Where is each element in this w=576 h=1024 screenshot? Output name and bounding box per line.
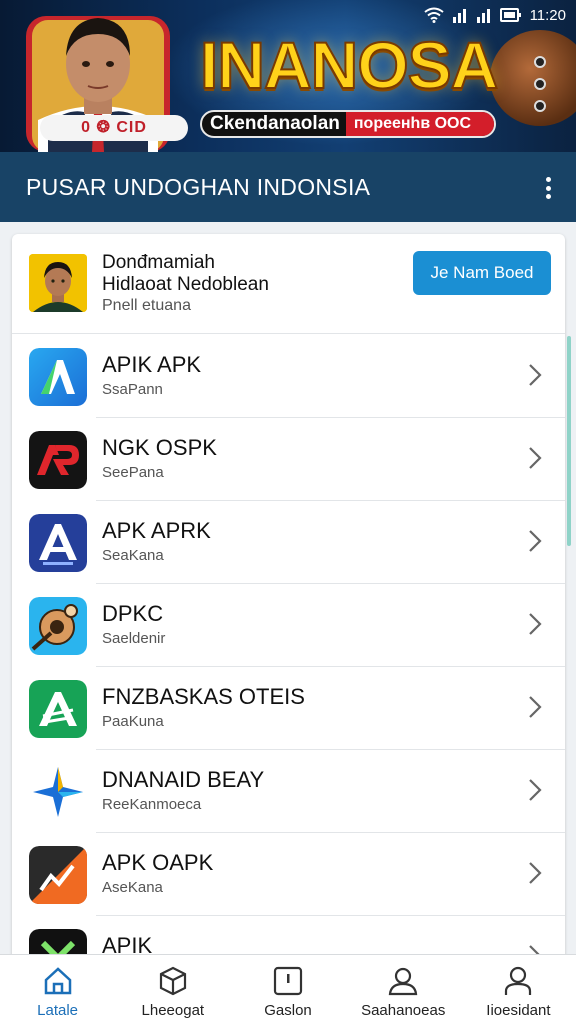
featured-title-line2: Hidlaoat Nedoblean [102,274,269,295]
banner-portrait: 0 ❂ CID [18,0,188,152]
app-title: FNZBASKAS OTEIS [102,684,305,709]
chevron-right-icon [529,696,542,718]
chevron-right-icon [529,530,542,552]
banner-title: INANOSA [199,28,499,102]
app-title: NGK OSPK [102,435,217,460]
app-title: DNANAID BEAY [102,767,265,792]
orange-a-icon [29,846,87,904]
app-row[interactable]: APK APRK SeaKana [12,501,565,584]
app-row[interactable]: APK OAPK AseKana [12,833,565,916]
chevron-right-icon [529,447,542,469]
app-subtitle: PaaKuna [102,713,164,730]
chevron-right-icon [529,364,542,386]
chevron-right-icon [529,613,542,635]
nav-item-box[interactable]: Lheeogat [115,955,230,1024]
app-row[interactable]: APIK APK SsaPann [12,335,565,418]
app-title: APK APRK [102,518,211,543]
featured-subtitle: Pnell etuana [102,297,191,314]
nav-item-home[interactable]: Latale [0,955,115,1024]
app-title: APIK APK [102,352,202,377]
ball-dot [534,78,546,90]
featured-avatar [29,254,87,312]
red-ap-icon [29,431,87,489]
app-row[interactable]: DNANAID BEAY ReeKanmoeca [12,750,565,833]
featured-title-line1: Donđmamiah [102,252,215,273]
banner-tagline: Ckendanaolan пореенhв ООС [200,110,496,138]
chevron-right-icon [529,862,542,884]
app-row[interactable]: FNZBASKAS OTEIS PaaKuna [12,667,565,750]
signal-icon [452,9,466,23]
app-title: APK OAPK [102,850,214,875]
app-subtitle: ReeKanmoeca [102,796,202,813]
app-bar: PUSAR UNDOGHAN INDONSIA [0,152,576,222]
featured-action-button[interactable]: Je Nam Boed [413,251,551,295]
app-title: DPKC [102,601,164,626]
app-subtitle: SsaPann [102,381,163,398]
box-icon [159,966,186,996]
ball-dot [534,100,546,112]
app-subtitle: SeaKana [102,547,164,564]
app-subtitle: SeePana [102,464,164,481]
nav-label: Lheeogat [141,1002,205,1019]
tagline-right: пореенhв ООС [345,112,494,136]
status-bar: 11:20 [423,4,566,26]
person-icon [505,966,532,995]
featured-item[interactable]: Donđmamiah Hidlaoat Nedoblean Pnell etua… [12,234,565,334]
tagline-left: Ckendanaolan [210,113,340,134]
notice-icon [273,966,303,996]
battery-icon [499,8,521,22]
overflow-menu-icon[interactable] [538,177,558,199]
app-row[interactable]: DPKC Saeldenir [12,584,565,667]
nav-item-profile[interactable]: Iioesidant [461,955,576,1024]
bottom-navigation: Latale Lheeogat Gaslon Saahanoeas Iioesi… [0,954,576,1024]
blue-a-icon [29,514,87,572]
app-row[interactable]: NGK OSPK SeePana [12,418,565,501]
nav-label: Saahanoeas [361,1002,446,1019]
scrollbar[interactable] [567,336,571,546]
app-subtitle: Saeldenir [102,630,166,647]
ball-dot [534,56,546,68]
nav-item-users[interactable]: Saahanoeas [346,955,461,1024]
user-outline-icon [388,967,418,996]
nav-label: Latale [37,1002,79,1019]
portrait-badge: 0 ❂ CID [40,115,188,141]
nav-label: Gaslon [264,1002,312,1019]
page-title: PUSAR UNDOGHAN INDONSIA [26,173,371,200]
azure-a-icon [29,348,87,406]
nav-item-notice[interactable]: Gaslon [230,955,345,1024]
status-time: 11:20 [529,6,566,24]
home-icon [44,967,71,995]
star-icon [29,763,87,821]
chevron-right-icon [529,779,542,801]
cartoon-icon [29,597,87,655]
promo-banner[interactable]: 0 ❂ CID INANOSA Ckendanaolan пореенhв ОО… [0,0,576,152]
nav-label: Iioesidant [486,1002,551,1019]
green-a-icon [29,680,87,738]
wifi-icon [423,7,444,23]
signal-icon [476,9,490,23]
app-list-card: Donđmamiah Hidlaoat Nedoblean Pnell etua… [12,234,565,974]
app-subtitle: AseKana [102,879,163,896]
